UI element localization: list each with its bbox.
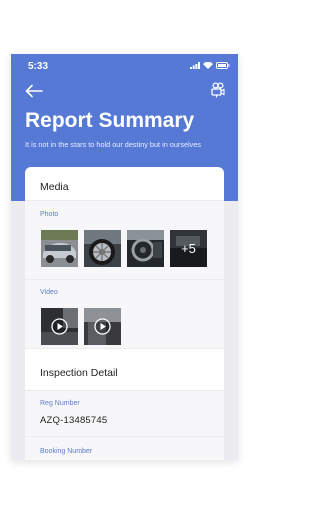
car-front-photo[interactable]	[41, 230, 78, 267]
phone-screen: 5:33 Report Summary It is not in the sta…	[11, 54, 238, 460]
status-bar: 5:33	[11, 54, 238, 76]
play-icon	[94, 318, 111, 335]
battery-icon	[216, 62, 230, 69]
car-wheel-photo[interactable]	[84, 230, 121, 267]
divider	[25, 348, 224, 349]
play-icon	[51, 318, 68, 335]
video-camera-icon[interactable]	[211, 82, 225, 98]
reg-number-value: AZQ-13485745	[40, 415, 108, 426]
photo-label: Photo	[40, 211, 59, 218]
back-arrow-icon[interactable]	[25, 84, 43, 98]
signal-icon	[190, 62, 200, 69]
report-card: Media Photo +5 Video Inspection Detail R…	[25, 167, 224, 460]
status-time: 5:33	[28, 61, 49, 72]
media-section-title: Media	[40, 181, 69, 193]
car-video-2[interactable]	[84, 308, 121, 345]
system-icons	[190, 62, 230, 69]
page-title: Report Summary	[25, 109, 195, 132]
more-photos-count[interactable]: +5	[170, 230, 207, 267]
wifi-icon	[203, 62, 213, 69]
reg-number-label: Reg Number	[40, 400, 80, 407]
car-video-1[interactable]	[41, 308, 78, 345]
booking-number-label: Booking Number	[40, 448, 93, 455]
car-more-photo[interactable]: +5	[170, 230, 207, 267]
car-interior-photo[interactable]	[127, 230, 164, 267]
inspection-section-title: Inspection Detail	[40, 367, 118, 379]
reg-number-section	[25, 391, 224, 436]
video-label: Video	[40, 289, 58, 296]
page-subtitle: It is not in the stars to hold our desti…	[25, 140, 202, 149]
